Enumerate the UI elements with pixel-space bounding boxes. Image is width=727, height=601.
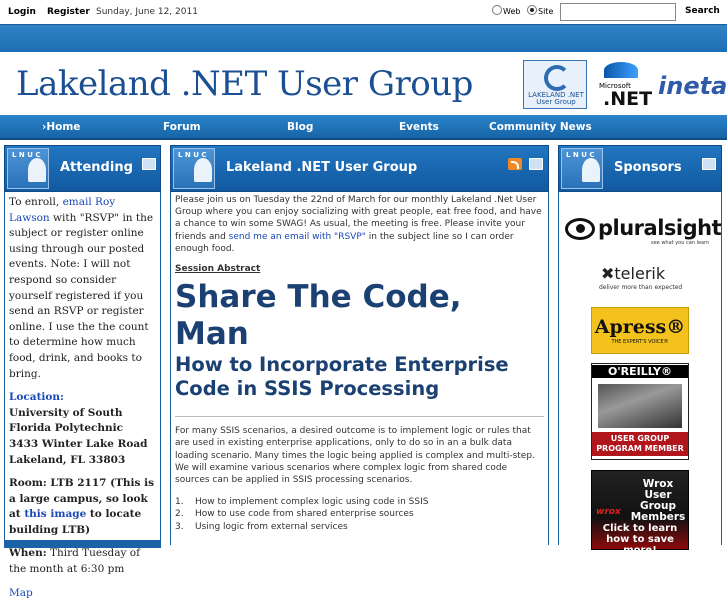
session-abstract-heading: Session Abstract bbox=[175, 264, 261, 275]
apress-tagline: THE EXPERT'S VOICE® bbox=[611, 339, 669, 345]
site-radio[interactable] bbox=[527, 5, 537, 15]
list-text: How to use code from shared enterprise s… bbox=[195, 509, 414, 520]
list-item: 2. How to use code from shared enterprise… bbox=[175, 508, 544, 520]
web-radio[interactable] bbox=[492, 5, 502, 15]
apress-sponsor[interactable]: Apress® THE EXPERT'S VOICE® bbox=[591, 307, 689, 354]
lnug-badge: L N U C bbox=[173, 148, 215, 189]
folder-icon[interactable] bbox=[529, 158, 543, 170]
search-button[interactable]: Search bbox=[685, 6, 720, 16]
folder-icon[interactable] bbox=[702, 158, 716, 170]
nav-forum[interactable]: Forum bbox=[163, 121, 201, 133]
sponsors-body: pluralsight see what you can learn ✖tele… bbox=[558, 192, 722, 556]
pluralsight-tagline: see what you can learn bbox=[651, 240, 710, 246]
session-subheadline: How to Incorporate Enterprise Code in SS… bbox=[175, 353, 509, 401]
list-text: How to implement complex logic using cod… bbox=[195, 497, 429, 508]
ineta-label: ineta bbox=[658, 72, 727, 100]
nav-home[interactable]: ›Home bbox=[42, 121, 80, 133]
net-wave-icon bbox=[604, 62, 638, 78]
list-item: 1. How to implement complex logic using c… bbox=[175, 496, 544, 508]
pluralsight-logo-text: pluralsight bbox=[598, 216, 722, 240]
microsoft-net-logo[interactable]: Microsoft .NET bbox=[597, 60, 652, 110]
sponsors-header: L N U C Sponsors bbox=[558, 145, 722, 192]
swan-icon bbox=[582, 158, 600, 182]
list-text: Using logic from external services bbox=[195, 521, 348, 532]
nav-home-label: Home bbox=[46, 121, 81, 133]
apress-logo-text: Apress® bbox=[594, 316, 686, 338]
wrox-sponsor[interactable]: Wrox User Group Members wrox Click to le… bbox=[591, 470, 689, 556]
telerik-tagline: deliver more than expected bbox=[599, 284, 683, 291]
web-radio-label: Web bbox=[503, 7, 521, 16]
wrox-logo: wrox bbox=[596, 507, 621, 517]
animal-illustration bbox=[598, 384, 682, 428]
nav-community-news[interactable]: Community News bbox=[489, 121, 592, 133]
net-label: .NET bbox=[603, 88, 653, 110]
nav-events[interactable]: Events bbox=[399, 121, 439, 133]
ineta-logo[interactable]: ineta bbox=[656, 60, 727, 109]
current-date: Sunday, June 12, 2011 bbox=[96, 7, 198, 17]
enroll-text: To enroll, email Roy Lawson with "RSVP" … bbox=[9, 195, 156, 382]
campus-image-link[interactable]: this image bbox=[24, 508, 86, 520]
location-label: Location: bbox=[9, 391, 64, 404]
location-line3: Lakeland, FL 33803 bbox=[9, 453, 126, 466]
swan-icon bbox=[28, 158, 46, 182]
login-link[interactable]: Login bbox=[8, 7, 36, 17]
top-bar: Login Register Sunday, June 12, 2011 Web… bbox=[0, 0, 727, 24]
site-title[interactable]: Lakeland .NET User Group bbox=[16, 64, 473, 104]
attending-header: L N U C Attending bbox=[4, 145, 161, 192]
main-title: Lakeland .NET User Group bbox=[226, 160, 418, 175]
list-number: 2. bbox=[175, 509, 184, 520]
oreilly-logo-text: O'REILLY® bbox=[592, 365, 688, 378]
wrox-cta: Click to learn how to save more! bbox=[602, 523, 678, 556]
oreilly-sponsor[interactable]: O'REILLY® USER GROUP PROGRAM MEMBER bbox=[591, 363, 689, 460]
location-line1: University of South Florida Polytechnic bbox=[9, 406, 124, 435]
folder-icon[interactable] bbox=[142, 158, 156, 170]
lnug-logo-text: LAKELAND .NET User Group bbox=[528, 91, 584, 106]
enroll-post: with "RSVP" in the subject or register o… bbox=[9, 211, 154, 380]
oreilly-badge-text: USER GROUP PROGRAM MEMBER bbox=[592, 432, 688, 456]
intro-paragraph: Please join us on Tuesday the 22nd of Ma… bbox=[175, 194, 544, 255]
divider bbox=[175, 416, 544, 418]
session-body: For many SSIS scenarios, a desired outco… bbox=[175, 426, 535, 486]
main-nav: ›Home Forum Blog Events Community News bbox=[0, 115, 727, 140]
map-link[interactable]: Map bbox=[9, 587, 33, 599]
room-text: Room: LTB 2117 (This is a large campus, … bbox=[9, 476, 156, 538]
list-item: 3. Using logic from external services bbox=[175, 521, 544, 533]
eye-icon bbox=[565, 218, 595, 240]
search-input[interactable] bbox=[560, 3, 676, 21]
lnug-badge: L N U C bbox=[561, 148, 603, 189]
header-band bbox=[0, 24, 727, 52]
wrox-title: Wrox User Group Members bbox=[630, 478, 686, 523]
when-text: When: Third Tuesday of the month at 6:30… bbox=[9, 546, 156, 577]
session-headline: Share The Code, Man bbox=[175, 279, 462, 353]
pluralsight-sponsor[interactable]: pluralsight see what you can learn bbox=[561, 212, 722, 252]
register-link[interactable]: Register bbox=[47, 7, 90, 17]
attending-body: To enroll, email Roy Lawson with "RSVP" … bbox=[4, 192, 161, 599]
main-header: L N U C Lakeland .NET User Group bbox=[170, 145, 549, 192]
next-panel-header bbox=[4, 540, 161, 548]
enroll-pre: To enroll, bbox=[9, 196, 63, 208]
site-radio-label: Site bbox=[538, 7, 554, 16]
rss-icon[interactable] bbox=[508, 158, 522, 170]
attending-title: Attending bbox=[60, 160, 133, 175]
main-content: Please join us on Tuesday the 22nd of Ma… bbox=[170, 192, 549, 545]
lnug-logo[interactable]: LAKELAND .NET User Group bbox=[523, 60, 587, 109]
lnug-badge: L N U C bbox=[7, 148, 49, 189]
swan-icon bbox=[194, 158, 212, 182]
topic-list: 1. How to implement complex logic using c… bbox=[175, 496, 544, 533]
list-number: 1. bbox=[175, 497, 184, 508]
when-label: When: bbox=[9, 547, 47, 560]
telerik-logo-text: ✖telerik bbox=[601, 264, 666, 283]
sponsors-title: Sponsors bbox=[614, 160, 682, 175]
swan-icon bbox=[544, 65, 570, 91]
list-number: 3. bbox=[175, 521, 184, 532]
telerik-sponsor[interactable]: ✖telerik deliver more than expected bbox=[591, 264, 689, 294]
nav-blog[interactable]: Blog bbox=[287, 121, 313, 133]
location-line2: 3433 Winter Lake Road bbox=[9, 437, 148, 450]
rsvp-email-link[interactable]: send me an email with "RSVP" bbox=[229, 232, 366, 242]
site-header: Lakeland .NET User Group LAKELAND .NET U… bbox=[0, 52, 727, 115]
